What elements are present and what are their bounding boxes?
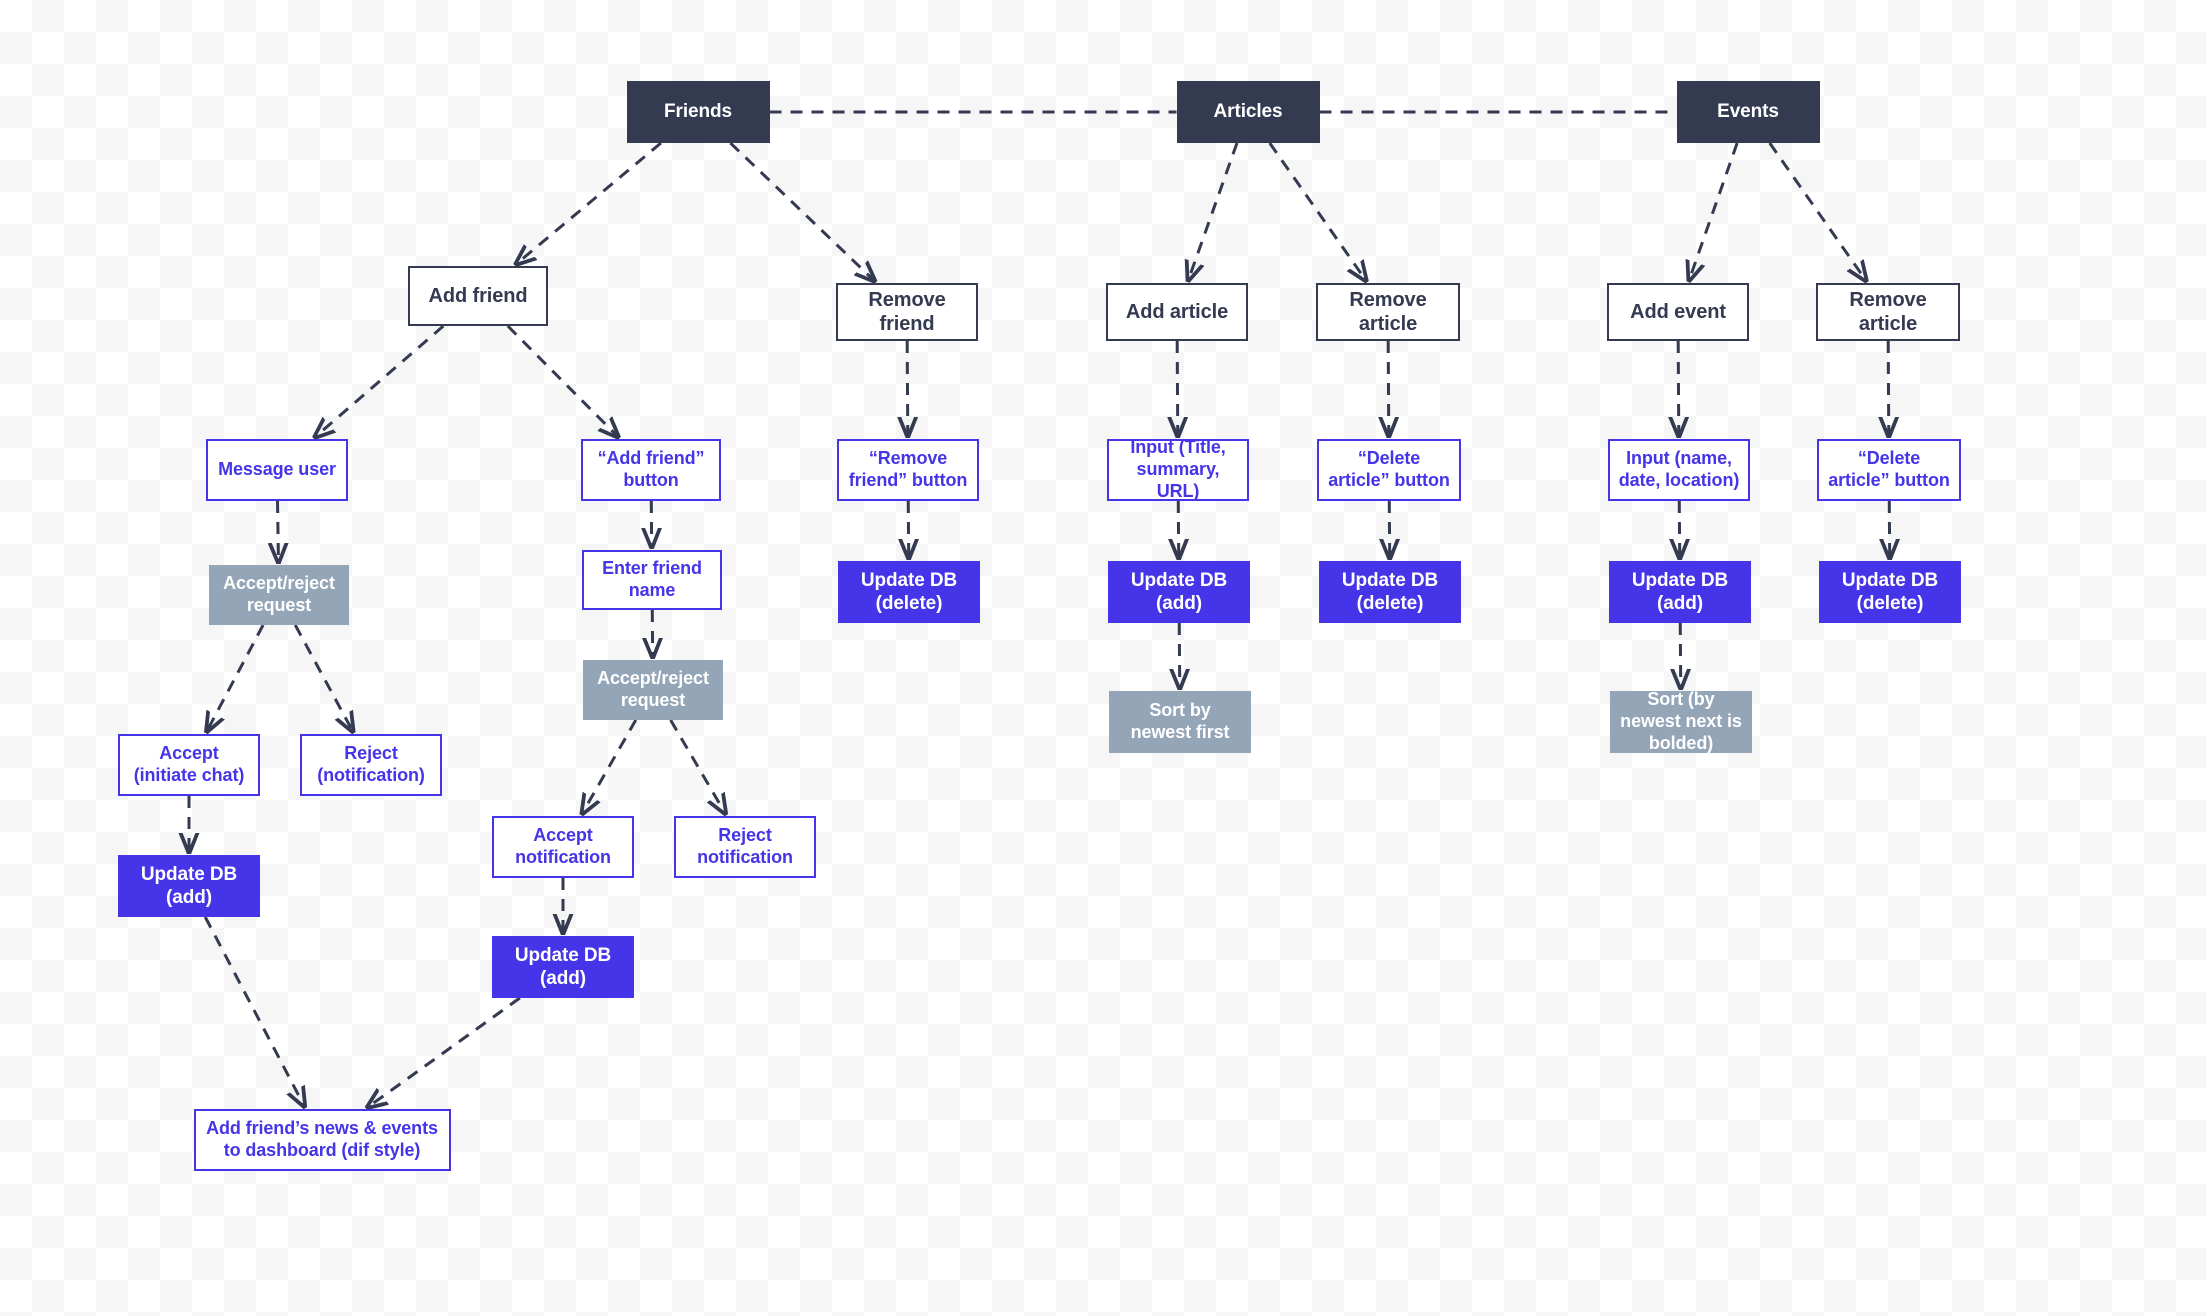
node-label: Update DB (delete) [860, 569, 958, 614]
edge-add_friend-to-add_friend_btn [506, 324, 618, 437]
node-label: Add event [1630, 300, 1726, 323]
edge-add_event-to-input_event [1678, 340, 1679, 436]
node-label: Articles [1213, 101, 1283, 123]
edge-remove_article-to-delete_article_btn [1388, 340, 1389, 436]
node-add_event[interactable]: Add event [1607, 283, 1749, 341]
node-upd_remove_friend[interactable]: Update DB (delete) [838, 561, 980, 623]
edge-message_user-to-accept_reject_1 [277, 500, 278, 562]
edge-add_article-to-input_article [1177, 340, 1178, 436]
node-dashboard[interactable]: Add friend’s news & events to dashboard … [193, 1109, 451, 1171]
node-articles[interactable]: Articles [1176, 81, 1320, 143]
edge-events-to-add_event [1689, 142, 1739, 280]
edge-accept_reject_1-to-accept_chat [207, 624, 265, 731]
node-remove_article2[interactable]: Remove article [1816, 283, 1960, 341]
node-delete_article_btn[interactable]: “Delete article” button [1317, 439, 1461, 501]
node-upd_del_event[interactable]: Update DB (delete) [1819, 561, 1961, 623]
node-upd_accept_notif[interactable]: Update DB (add) [492, 936, 634, 998]
node-events[interactable]: Events [1676, 81, 1820, 143]
node-label: Remove article [1849, 288, 1927, 335]
node-accept_reject_2[interactable]: Accept/reject request [583, 660, 723, 720]
node-label: Accept notification [515, 825, 611, 867]
node-upd_add_event[interactable]: Update DB (add) [1609, 561, 1751, 623]
edge-articles-to-add_article [1188, 142, 1239, 280]
node-label: Enter friend name [602, 558, 702, 600]
node-label: “Remove friend” button [848, 448, 968, 490]
node-label: Accept (initiate chat) [133, 743, 245, 785]
node-sort_bolded[interactable]: Sort (by newest next is bolded) [1610, 689, 1752, 753]
node-add_friend[interactable]: Add friend [408, 266, 548, 326]
edge-articles-to-remove_article [1268, 142, 1366, 281]
node-delete_article_btn2[interactable]: “Delete article” button [1817, 439, 1961, 501]
edge-add_friend-to-message_user [315, 324, 445, 437]
node-label: Reject (notification) [317, 743, 425, 785]
node-label: Sort (by newest next is bolded) [1620, 689, 1742, 753]
node-enter_name[interactable]: Enter friend name [582, 550, 722, 610]
node-label: Update DB (add) [1631, 569, 1729, 614]
node-input_article[interactable]: Input (Title, summary, URL) [1107, 437, 1249, 501]
node-label: Accept/reject request [223, 573, 335, 615]
node-label: Add article [1125, 300, 1229, 323]
node-label: Remove friend [868, 288, 946, 335]
node-label: “Delete article” button [1328, 448, 1450, 490]
node-label: Input (name, date, location) [1618, 448, 1740, 490]
edge-events-to-remove_article2 [1768, 142, 1866, 281]
edge-friends-to-add_friend [516, 141, 662, 264]
node-label: Update DB (add) [514, 944, 612, 989]
node-input_event[interactable]: Input (name, date, location) [1608, 439, 1750, 501]
node-label: Update DB (add) [1130, 569, 1228, 614]
node-reject_notif_1[interactable]: Reject (notification) [300, 734, 442, 796]
node-label: Events [1717, 101, 1779, 123]
edge-upd_add_event-to-sort_bolded [1680, 622, 1681, 688]
node-accept_notif[interactable]: Accept notification [492, 816, 634, 878]
node-add_article[interactable]: Add article [1106, 283, 1248, 341]
edge-remove_friend-to-remove_friend_btn [907, 340, 908, 436]
node-label: “Delete article” button [1828, 448, 1950, 490]
node-label: Friends [664, 101, 732, 123]
node-message_user[interactable]: Message user [206, 439, 348, 501]
node-label: Accept/reject request [597, 668, 709, 710]
node-label: Update DB (delete) [1841, 569, 1939, 614]
node-add_friend_btn[interactable]: “Add friend” button [581, 439, 721, 501]
node-upd_add_article[interactable]: Update DB (add) [1108, 561, 1250, 623]
edge-remove_article2-to-delete_article_btn2 [1888, 340, 1889, 436]
node-label: Remove article [1349, 288, 1427, 335]
node-upd_del_article[interactable]: Update DB (delete) [1319, 561, 1461, 623]
node-label: Add friend [428, 284, 528, 307]
edge-friends-to-remove_friend [729, 141, 874, 281]
edge-upd_accept_chat-to-dashboard [203, 916, 304, 1106]
node-friends[interactable]: Friends [626, 81, 770, 143]
edge-upd_add_article-to-sort_newest [1179, 622, 1180, 688]
node-label: Input (Title, summary, URL) [1130, 437, 1226, 501]
node-label: Update DB (delete) [1341, 569, 1439, 614]
node-label: Update DB (add) [140, 863, 238, 908]
node-upd_accept_chat[interactable]: Update DB (add) [118, 855, 260, 917]
node-label: Sort by newest first [1130, 700, 1230, 742]
node-accept_chat[interactable]: Accept (initiate chat) [118, 734, 260, 796]
node-remove_friend_btn[interactable]: “Remove friend” button [837, 439, 979, 501]
edge-upd_accept_notif-to-dashboard [368, 996, 521, 1107]
flowchart-canvas: Friends Articles Events Add friend Remove fr… [0, 0, 2206, 1316]
node-remove_article[interactable]: Remove article [1316, 283, 1460, 341]
node-accept_reject_1[interactable]: Accept/reject request [209, 565, 349, 625]
edge-accept_reject_2-to-reject_notif_2 [669, 719, 726, 813]
node-sort_newest[interactable]: Sort by newest first [1109, 691, 1251, 753]
node-remove_friend[interactable]: Remove friend [836, 283, 978, 341]
node-label: Reject notification [697, 825, 793, 867]
node-reject_notif_2[interactable]: Reject notification [674, 816, 816, 878]
node-label: “Add friend” button [597, 448, 705, 490]
node-label: Add friend’s news & events to dashboard … [206, 1118, 438, 1160]
edge-accept_reject_1-to-reject_notif_1 [293, 624, 353, 731]
node-label: Message user [218, 459, 336, 480]
edge-accept_reject_2-to-accept_notif [582, 719, 638, 813]
